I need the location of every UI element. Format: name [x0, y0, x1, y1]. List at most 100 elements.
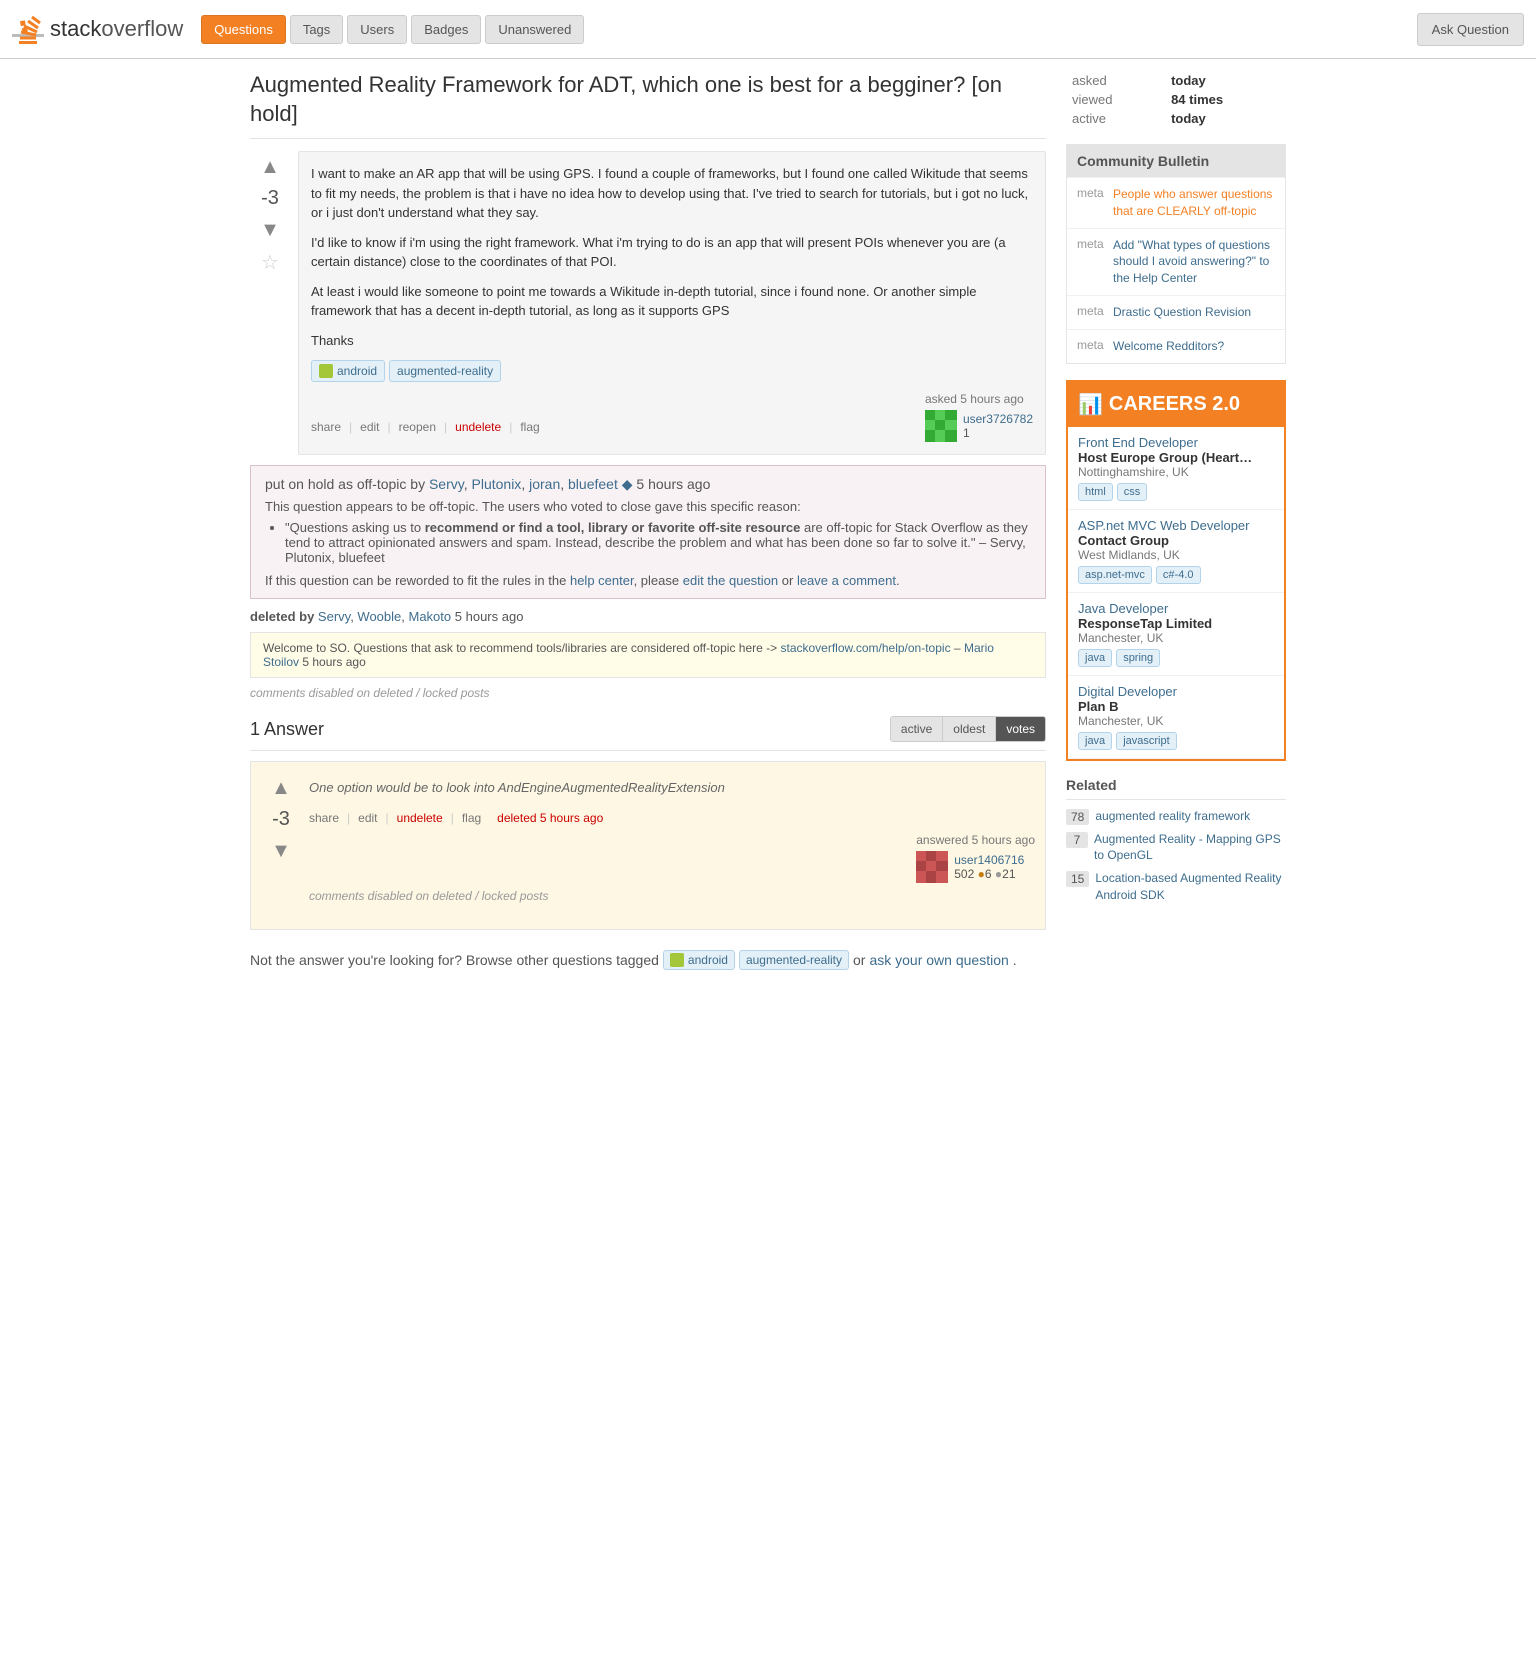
sort-active[interactable]: active [891, 717, 943, 741]
meta-asked-value: today [1165, 71, 1286, 90]
nav-unanswered[interactable]: Unanswered [485, 15, 584, 44]
job-title-2[interactable]: Java Developer [1078, 601, 1274, 616]
reopen-link[interactable]: reopen [399, 420, 436, 434]
job-tag-1-1[interactable]: c#-4.0 [1156, 566, 1201, 584]
favorite-button[interactable]: ☆ [261, 250, 279, 275]
answer-user-name[interactable]: user1406716 [954, 853, 1024, 867]
job-tag-1-0[interactable]: asp.net-mvc [1078, 566, 1152, 584]
related-score-2: 15 [1066, 871, 1089, 887]
answer-undelete-link[interactable]: undelete [397, 811, 443, 825]
deleted-wooble-link[interactable]: Wooble [357, 609, 401, 624]
answer-vote-up-button[interactable]: ▲ [265, 772, 297, 804]
related-link-0[interactable]: augmented reality framework [1095, 808, 1250, 825]
on-hold-notice: put on hold as off-topic by Servy, Pluto… [250, 465, 1046, 599]
nav-badges[interactable]: Badges [411, 15, 481, 44]
flag-link[interactable]: flag [520, 420, 539, 434]
tag-ar-label: augmented-reality [397, 364, 493, 378]
answer-container: ▲ -3 ▼ One option would be to look into … [250, 761, 1046, 930]
vote-column: ▲ -3 ▼ ☆ [250, 151, 290, 455]
job-tag-0-1[interactable]: css [1117, 483, 1148, 501]
nav-tags[interactable]: Tags [290, 15, 343, 44]
question-title: Augmented Reality Framework for ADT, whi… [250, 71, 1046, 139]
vote-up-button[interactable]: ▲ [254, 151, 286, 183]
tag-android-label: android [337, 364, 377, 378]
tag-augmented-reality[interactable]: augmented-reality [389, 360, 501, 382]
nav-users[interactable]: Users [347, 15, 407, 44]
job-tags-0: html css [1078, 483, 1274, 501]
asked-time: asked 5 hours ago [925, 392, 1033, 442]
deleted-makoto-link[interactable]: Makoto [409, 609, 452, 624]
comment-box: Welcome to SO. Questions that ask to rec… [250, 632, 1046, 678]
job-tags-2: java spring [1078, 649, 1274, 667]
browse-tag-ar[interactable]: augmented-reality [739, 950, 849, 970]
job-tag-3-1[interactable]: javascript [1116, 732, 1176, 750]
answer-vote-down-button[interactable]: ▼ [265, 835, 297, 867]
answer-actions: share | edit | undelete | flag deleted 5… [309, 811, 1035, 825]
related-link-1[interactable]: Augmented Reality - Mapping GPS to OpenG… [1094, 831, 1286, 865]
sidebar-meta: asked today viewed 84 times active today [1066, 71, 1286, 128]
describe-problem-link[interactable]: describe the problem [605, 535, 726, 550]
job-tag-3-0[interactable]: java [1078, 732, 1112, 750]
joran-link[interactable]: joran [529, 476, 560, 492]
question-body: I want to make an AR app that will be us… [298, 151, 1046, 455]
job-title-3[interactable]: Digital Developer [1078, 684, 1274, 699]
tag-android[interactable]: android [311, 360, 385, 382]
vote-down-button[interactable]: ▼ [254, 214, 286, 246]
sort-votes[interactable]: votes [996, 717, 1045, 741]
related-item-0: 78 augmented reality framework [1066, 808, 1286, 825]
job-title-1[interactable]: ASP.net MVC Web Developer [1078, 518, 1274, 533]
bulletin-link-2[interactable]: Drastic Question Revision [1113, 304, 1251, 321]
android-icon [319, 364, 333, 378]
edit-question-link[interactable]: edit the question [683, 573, 778, 588]
job-title-0[interactable]: Front End Developer [1078, 435, 1274, 450]
answer-flag-link[interactable]: flag [462, 811, 481, 825]
meta-viewed-row: viewed 84 times [1066, 90, 1286, 109]
logo-text[interactable]: stackoverflow [50, 16, 183, 42]
browse-middle: or [853, 952, 865, 968]
comment-text: Welcome to SO. Questions that ask to rec… [263, 641, 777, 655]
browse-tag-android[interactable]: android [663, 950, 735, 970]
leave-comment-link[interactable]: leave a comment [797, 573, 896, 588]
job-tag-2-1[interactable]: spring [1116, 649, 1160, 667]
ask-question-button[interactable]: Ask Question [1417, 13, 1524, 46]
bulletin-type-0: meta [1077, 186, 1105, 220]
question-actions: share | edit | reopen | undelete | flag [311, 420, 540, 434]
comment-link[interactable]: stackoverflow.com/help/on-topic [780, 641, 950, 655]
servy-link[interactable]: Servy [429, 476, 464, 492]
related-link-2[interactable]: Location-based Augmented Reality Android… [1095, 870, 1286, 904]
deleted-servy-link[interactable]: Servy [318, 609, 350, 624]
job-tag-2-0[interactable]: java [1078, 649, 1112, 667]
answer-share-link[interactable]: share [309, 811, 339, 825]
logo-icon [12, 8, 44, 50]
edit-link[interactable]: edit [360, 420, 379, 434]
job-company-1: Contact Group [1078, 533, 1274, 548]
bulletin-link-3[interactable]: Welcome Redditors? [1113, 338, 1224, 355]
job-location-3: Manchester, UK [1078, 714, 1274, 728]
question-para-3: At least i would like someone to point m… [311, 282, 1033, 321]
plutonix-link[interactable]: Plutonix [472, 476, 522, 492]
browse-section: Not the answer you're looking for? Brows… [250, 950, 1046, 970]
bulletin-link-1[interactable]: Add "What types of questions should I av… [1113, 237, 1275, 287]
question-user-card: asked 5 hours ago [925, 392, 1033, 442]
answer-vote-column: ▲ -3 ▼ [261, 772, 301, 909]
ask-own-question-link[interactable]: ask your own question [869, 952, 1008, 968]
bulletin-link-0[interactable]: People who answer questions that are CLE… [1113, 186, 1275, 220]
share-link[interactable]: share [311, 420, 341, 434]
answer-user-rep: 502 ●6 ●21 [954, 867, 1024, 881]
meta-active-label: active [1066, 109, 1165, 128]
undelete-link[interactable]: undelete [455, 420, 501, 434]
meta-viewed-value: 84 times [1165, 90, 1286, 109]
answer-footer: answered 5 hours ago [309, 833, 1035, 883]
answer-post: ▲ -3 ▼ One option would be to look into … [261, 772, 1035, 909]
sidebar: asked today viewed 84 times active today… [1066, 71, 1286, 970]
nav-questions[interactable]: Questions [201, 15, 286, 44]
job-tag-0-0[interactable]: html [1078, 483, 1113, 501]
on-hold-text: put on hold as off-topic by [265, 476, 425, 492]
help-center-link[interactable]: help center [570, 573, 634, 588]
header: stackoverflow Questions Tags Users Badge… [0, 0, 1536, 59]
bulletin-header: Community Bulletin [1067, 145, 1285, 177]
sort-oldest[interactable]: oldest [943, 717, 996, 741]
answer-edit-link[interactable]: edit [358, 811, 377, 825]
question-user-name[interactable]: user3726782 [963, 412, 1033, 426]
bluefeet-link[interactable]: bluefeet [568, 476, 618, 492]
